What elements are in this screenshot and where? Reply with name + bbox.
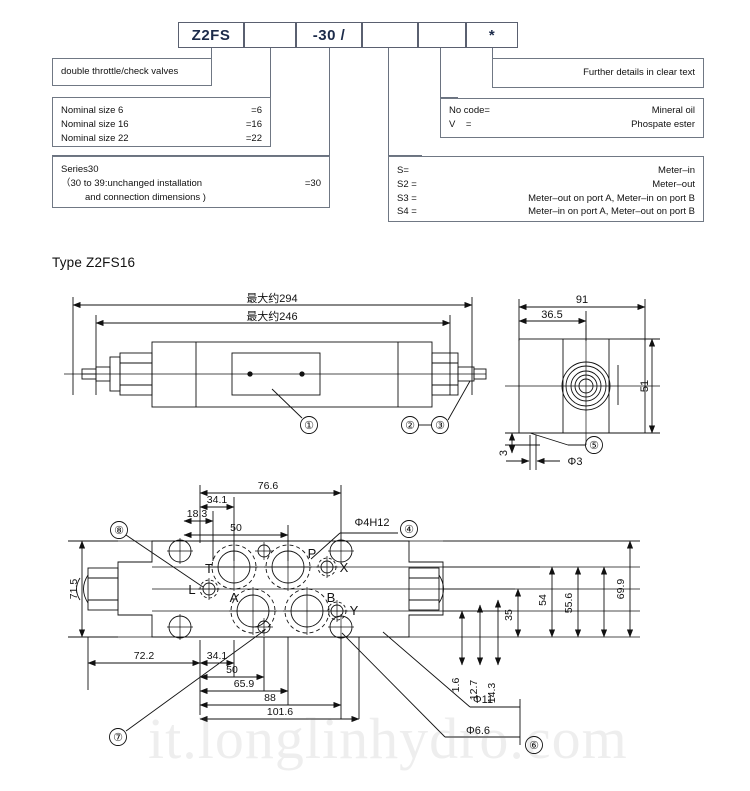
dim-side-offset: 36.5 <box>541 309 562 321</box>
code-cell-further[interactable]: * <box>466 22 518 48</box>
box-valve-type: double throttle/check valves <box>52 58 212 86</box>
code-cell-type[interactable]: Z2FS <box>178 22 244 48</box>
port-label-t: T <box>205 561 213 576</box>
box-further-details: Further details in clear text <box>492 58 704 88</box>
dim-plan-1-6: 1.6 <box>450 678 462 693</box>
leader-line <box>388 48 389 155</box>
box-series: Series30 （30 to 39:unchanged installatio… <box>52 156 330 208</box>
dim-side-width: 91 <box>576 294 588 306</box>
nominal-size-label: Nominal size 22 <box>61 132 129 144</box>
box-nominal-size: Nominal size 6 =6 Nominal size 16 =16 Nomi… <box>52 97 271 147</box>
dim-overall-1: 最大约294 <box>246 291 297 305</box>
dim-plan-34-1: 34.1 <box>207 494 228 506</box>
callout-4: ④ <box>404 524 414 536</box>
metering-code: S4 = <box>397 206 417 218</box>
dim-plan-69-9: 69.9 <box>615 579 627 600</box>
leader-line <box>440 48 441 97</box>
dim-plan-72-2: 72.2 <box>134 650 155 662</box>
ordering-code-diagram: Z2FS -30 / * double throttle/check valve… <box>0 0 750 240</box>
nominal-size-label: Nominal size 16 <box>61 118 129 130</box>
dim-plan-54: 54 <box>537 594 549 606</box>
box-fluid: No code= Mineral oil V = Phospate ester <box>440 98 704 138</box>
metering-code: S2 = <box>397 178 417 190</box>
fluid-name: Mineral oil <box>651 105 695 116</box>
code-cell-meter[interactable] <box>362 22 418 48</box>
hole-note: Φ4H12 <box>354 517 389 529</box>
valve-type-text: double throttle/check valves <box>61 66 179 78</box>
dim-side-thickness: 3 <box>498 450 510 456</box>
drawing-canvas: 最大约294 最大约246 ① ② ③ 91 36.5 51 3 Φ3 ⑤ 76… <box>64 291 660 754</box>
nominal-size-value: =22 <box>245 132 262 144</box>
metering-code: S= <box>397 165 409 176</box>
dim-plan-71-5: 71.5 <box>68 579 80 600</box>
callout-1: ① <box>304 420 314 432</box>
box-metering: S= Meter–in S2 = Meter–out S3 = Meter–out o… <box>388 156 704 222</box>
port-label-y: Y <box>350 603 359 618</box>
dim-plan-88: 88 <box>264 692 276 704</box>
code-cell-series[interactable]: -30 / <box>296 22 362 48</box>
callout-6: ⑥ <box>529 740 539 752</box>
series-value: =30 <box>304 177 321 189</box>
metering-desc: Meter–out <box>652 178 695 190</box>
hole-dim-11: Φ11 <box>473 694 493 706</box>
port-label-l: L <box>188 582 195 597</box>
series-line-2: （30 to 39:unchanged installation <box>61 177 203 189</box>
hole-dim-6-6: Φ6.6 <box>466 725 490 737</box>
nominal-size-value: =6 <box>251 105 262 116</box>
callout-2: ② <box>405 420 415 432</box>
metering-desc: Meter–in on port A, Meter–out on port B <box>528 206 695 218</box>
leader-line <box>329 48 330 155</box>
dim-side-height: 51 <box>639 380 651 392</box>
port-label-b: B <box>327 590 336 605</box>
callout-8: ⑧ <box>114 525 124 537</box>
callout-5: ⑤ <box>589 440 599 452</box>
fluid-code: V = <box>449 118 472 130</box>
callout-7: ⑦ <box>113 732 123 744</box>
dim-side-hole: Φ3 <box>568 456 583 468</box>
dim-plan-50: 50 <box>230 522 242 534</box>
page-title: Type Z2FS16 <box>52 255 136 270</box>
dim-plan-101-6: 101.6 <box>267 706 293 718</box>
series-line-1: Series30 <box>61 164 99 175</box>
dim-plan-55-6: 55.6 <box>563 593 575 614</box>
fluid-code: No code= <box>449 105 490 116</box>
metering-code: S3 = <box>397 192 417 204</box>
code-cell-fluid[interactable] <box>418 22 466 48</box>
port-label-a: A <box>230 590 239 605</box>
dim-plan-35: 35 <box>503 609 515 621</box>
dim-plan-18-3: 18.3 <box>187 508 208 520</box>
port-label-p: P <box>308 546 317 561</box>
dim-plan-76-6: 76.6 <box>258 480 279 492</box>
dim-plan-34-1b: 34.1 <box>207 650 228 662</box>
dim-plan-65-9: 65.9 <box>234 678 255 690</box>
dim-overall-2: 最大约246 <box>246 309 297 323</box>
series-line-3: and connection dimensions ) <box>85 191 206 203</box>
dim-plan-50b: 50 <box>226 664 238 676</box>
technical-drawing: 最大约294 最大约246 ① ② ③ 91 36.5 51 3 Φ3 ⑤ 76… <box>0 275 750 791</box>
fluid-name: Phospate ester <box>631 118 695 130</box>
nominal-size-value: =16 <box>245 118 262 130</box>
code-cell-size[interactable] <box>244 22 296 48</box>
nominal-size-label: Nominal size 6 <box>61 105 124 116</box>
leader-line <box>270 48 271 97</box>
port-label-x: X <box>340 560 349 575</box>
metering-desc: Meter–in <box>658 165 695 176</box>
metering-desc: Meter–out on port A, Meter–in on port B <box>528 192 695 204</box>
further-details-text: Further details in clear text <box>583 67 695 79</box>
callout-3: ③ <box>435 420 445 432</box>
